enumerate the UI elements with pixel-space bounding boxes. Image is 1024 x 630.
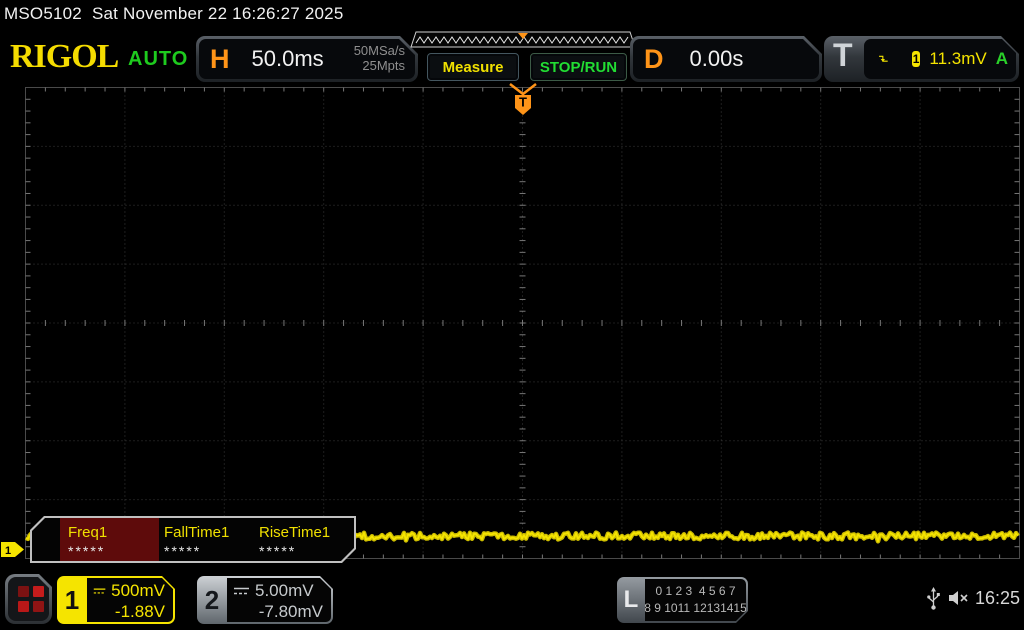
measurement-falltime-value: ***** <box>164 543 201 559</box>
measure-button[interactable]: Measure <box>427 53 519 81</box>
memory-depth: 25Mpts <box>354 59 405 74</box>
timebase-value: 50.0ms <box>252 46 324 72</box>
trigger-settings-block[interactable]: T 1 11.3mV A <box>824 36 1019 82</box>
channel2-badge[interactable]: 2 5.00mV -7.80mV <box>197 576 333 624</box>
stop-run-button-label: STOP/RUN <box>540 59 617 76</box>
sample-rate: 50MSa/s <box>354 44 405 59</box>
menu-grid-square <box>18 601 29 612</box>
trigger-label: T <box>833 37 853 74</box>
channel1-waveform <box>0 84 1024 564</box>
channel1-offset: -1.88V <box>93 602 165 622</box>
clock: 16:25 <box>975 588 1020 609</box>
channel1-badge[interactable]: 1 500mV -1.88V <box>57 576 175 624</box>
channel2-number: 2 <box>197 576 227 624</box>
measurement-risetime-value: ***** <box>259 543 296 559</box>
channel1-scale: 500mV <box>111 581 165 601</box>
falling-edge-trigger-icon <box>878 50 889 68</box>
measurement-freq-label[interactable]: Freq1 <box>68 524 107 541</box>
delay-value: 0.00s <box>690 46 744 72</box>
dc-coupling-icon <box>93 586 106 596</box>
channel1-level-number: 1 <box>5 545 11 557</box>
horizontal-label: H <box>210 44 230 75</box>
timebase-preview[interactable] <box>410 31 636 49</box>
acquisition-mode-badge: AUTO <box>128 48 188 71</box>
delay-settings-block[interactable]: D 0.00s <box>630 36 822 82</box>
menu-grid-square <box>33 601 44 612</box>
datetime: Sat November 22 16:26:27 2025 <box>92 4 344 23</box>
horizontal-settings-block[interactable]: H 50.0ms 50MSa/s 25Mpts <box>196 36 418 82</box>
trigger-position-marker-icon[interactable]: T <box>504 82 542 116</box>
channel2-offset: -7.80mV <box>233 602 323 622</box>
stop-run-button[interactable]: STOP/RUN <box>530 53 627 81</box>
measurement-falltime-label[interactable]: FallTime1 <box>164 524 229 541</box>
measurement-risetime-label[interactable]: RiseTime1 <box>259 524 330 541</box>
acquisition-info: 50MSa/s 25Mpts <box>354 44 405 74</box>
model-name: MSO5102 <box>4 4 82 23</box>
trigger-sweep-mode: A <box>996 49 1008 69</box>
channel2-scale: 5.00mV <box>255 581 314 601</box>
trigger-chevron <box>510 84 536 94</box>
channel1-level-marker[interactable]: 1 <box>0 541 26 558</box>
usb-icon <box>926 587 941 611</box>
measure-button-label: Measure <box>443 59 504 76</box>
channel1-number: 1 <box>57 576 87 624</box>
menu-grid-icon[interactable] <box>5 574 52 624</box>
logic-channels-badge[interactable]: L 0 1 2 3 4 5 6 7 8 9 1011 12131415 <box>617 577 748 623</box>
speaker-muted-icon <box>948 590 971 606</box>
menu-grid-square <box>33 586 44 597</box>
trigger-marker-letter: T <box>519 95 527 110</box>
logic-row-top: 0 1 2 3 4 5 6 7 <box>655 583 735 600</box>
trigger-level-value: 11.3mV <box>929 49 986 69</box>
measurement-panel: Freq1 ***** FallTime1 ***** RiseTime1 **… <box>30 516 356 563</box>
logic-label: L <box>617 577 645 623</box>
menu-grid-square <box>18 586 29 597</box>
titlebar: MSO5102 Sat November 22 16:26:27 2025 <box>4 4 343 24</box>
delay-label: D <box>644 44 664 75</box>
trigger-source-badge: 1 <box>912 51 921 67</box>
measurement-freq-value: ***** <box>68 543 105 559</box>
dc-coupling-icon <box>233 586 250 596</box>
rigol-logo: RIGOL <box>10 38 118 76</box>
logic-row-bottom: 8 9 1011 12131415 <box>644 600 747 617</box>
